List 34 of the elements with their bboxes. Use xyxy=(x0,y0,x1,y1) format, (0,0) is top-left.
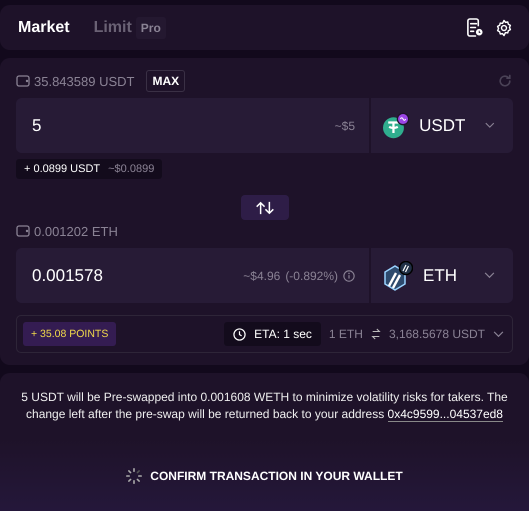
wallet-icon xyxy=(16,75,30,87)
price-impact: (-0.892%) xyxy=(285,268,338,282)
rate-quote: 3,168.5678 USDT xyxy=(388,327,485,341)
exchange-icon xyxy=(370,328,381,340)
chevron-icon xyxy=(484,272,495,279)
amount-field[interactable]: 5 ~$5 xyxy=(16,98,369,153)
balance-text: 35.843589 USDT xyxy=(34,74,134,88)
fee-value: ~$0.0899 xyxy=(108,163,154,175)
clock-icon xyxy=(233,328,246,340)
wallet-icon xyxy=(16,225,30,237)
spinner-icon xyxy=(126,468,142,484)
swap-direction-button[interactable] xyxy=(240,195,288,220)
settings-icon[interactable] xyxy=(495,18,513,36)
token-icon xyxy=(383,260,413,290)
max-button[interactable]: MAX xyxy=(146,70,186,92)
info-icon[interactable] xyxy=(343,270,355,282)
eta-text: ETA: 1 sec xyxy=(254,327,312,341)
points-badge: + 35.08 POINTS xyxy=(23,322,116,346)
chevron-icon xyxy=(485,122,495,129)
pre-swap-notice: 5 USDT will be Pre-swapped into 0.001608 WETH to minimize volatility risks for takers. The change left after the pre-swap will be returned back to your address 0x4c9599...04537ed8 xyxy=(20,389,509,423)
balance-text: 0.001202 ETH xyxy=(34,224,118,238)
history-icon[interactable] xyxy=(466,18,483,37)
rate-base: 1 ETH xyxy=(328,327,363,341)
swap-arrows-icon xyxy=(254,200,274,214)
address-link[interactable]: 0x4c9599...04537ed8 xyxy=(388,407,503,422)
fee-amount: + 0.0899 USDT xyxy=(24,163,100,175)
usd-estimate: ~$4.96 xyxy=(243,268,280,282)
pro-badge: Pro xyxy=(136,16,166,38)
token-selector[interactable]: ETH xyxy=(371,248,513,303)
tab[interactable]: Market xyxy=(18,18,70,36)
token-icon xyxy=(383,110,410,140)
amount-field[interactable]: 0.001578 ~$4.96 (-0.892%) xyxy=(16,248,369,303)
chevron-icon[interactable] xyxy=(493,330,504,338)
token-selector[interactable]: USDT xyxy=(371,98,513,153)
